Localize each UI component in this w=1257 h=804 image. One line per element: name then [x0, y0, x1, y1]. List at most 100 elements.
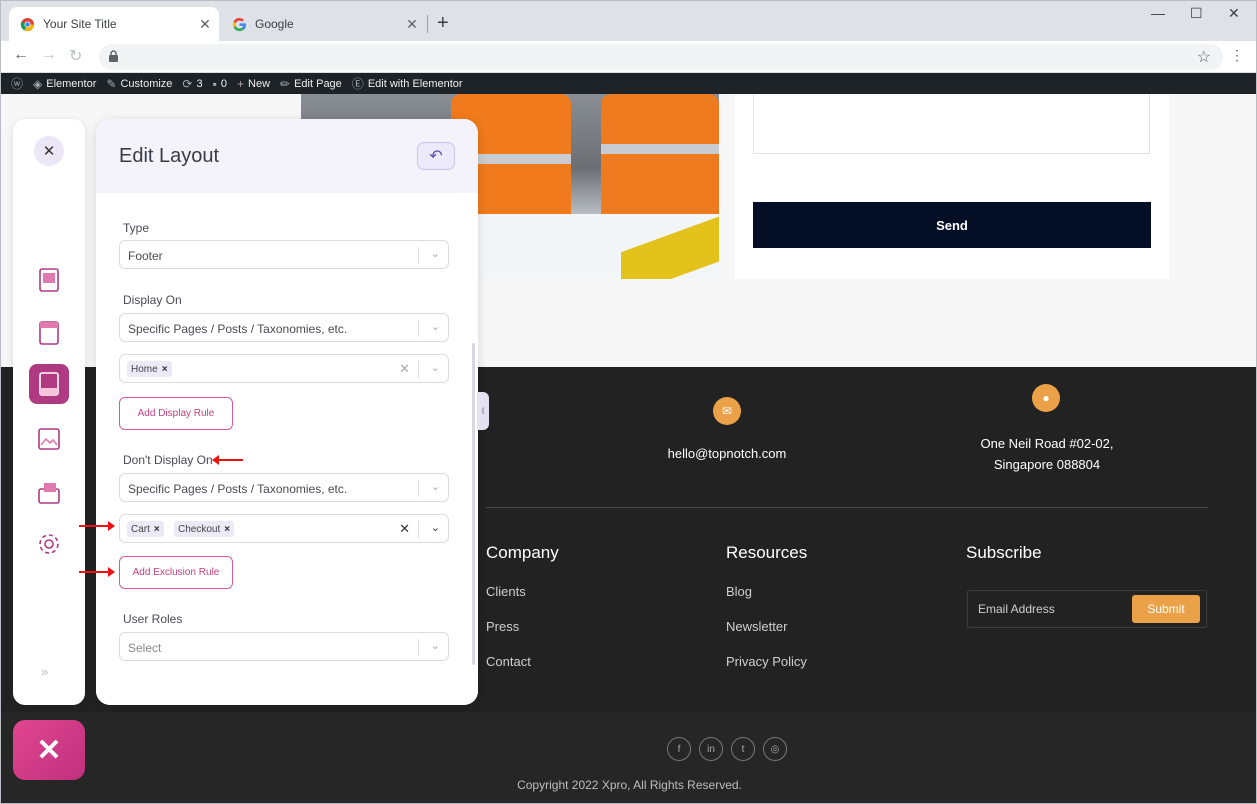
forward-icon[interactable]: →: [41, 46, 57, 64]
close-tab-icon[interactable]: ✕: [197, 16, 213, 33]
reload-icon[interactable]: ↻: [69, 46, 82, 66]
footer-bottom-bar: f in t ◎ Copyright 2022 Xpro, All Rights…: [1, 712, 1256, 803]
chrome-icon: [19, 16, 35, 32]
dont-display-on-label: Don't Display On: [123, 453, 213, 467]
maximize-button[interactable]: ☐: [1190, 5, 1203, 22]
pencil-icon: ✏: [280, 76, 291, 91]
tab-title: Google: [255, 17, 294, 31]
close-window-button[interactable]: ✕: [1228, 5, 1240, 22]
dont-display-on-targets-select[interactable]: Cart × Checkout × ✕ ⌄: [119, 514, 449, 543]
panel-resize-handle[interactable]: ‖: [477, 392, 489, 430]
select-divider: [418, 639, 419, 656]
xpro-logo-icon[interactable]: ✕: [13, 720, 85, 780]
wp-item-label: 0: [220, 77, 227, 90]
remove-chip-icon[interactable]: ×: [162, 364, 168, 375]
settings-gear-icon[interactable]: [29, 524, 69, 564]
archive-layout-icon[interactable]: [29, 419, 69, 459]
instagram-icon[interactable]: ◎: [763, 737, 787, 761]
wp-customize-item[interactable]: ✎ Customize: [106, 77, 172, 91]
footer-link-blog[interactable]: Blog: [726, 584, 752, 599]
update-icon: ⟳: [182, 76, 193, 91]
facebook-icon[interactable]: f: [667, 737, 691, 761]
address-bar[interactable]: ☆: [99, 44, 1223, 70]
wp-item-label: Customize: [120, 77, 173, 90]
dont-display-on-select[interactable]: Specific Pages / Posts / Taxonomies, etc…: [119, 473, 449, 502]
wp-logo-item[interactable]: ⓦ: [11, 75, 23, 92]
display-on-targets-select[interactable]: Home × ✕ ⌄: [119, 354, 449, 383]
footer-heading-resources: Resources: [726, 543, 808, 562]
user-roles-label: User Roles: [123, 612, 183, 626]
footer-divider: [486, 507, 1208, 508]
chevron-down-icon[interactable]: ⌄: [431, 361, 440, 374]
tab-google[interactable]: Google ✕: [221, 7, 426, 41]
close-tab-icon[interactable]: ✕: [404, 16, 420, 33]
wp-item-label: Elementor: [46, 77, 97, 90]
footer-email[interactable]: hello@topnotch.com: [641, 443, 813, 464]
footer-link-press[interactable]: Press: [486, 619, 519, 634]
edit-layout-panel: Edit Layout ↶ Type Footer ⌄ Display On S…: [96, 119, 478, 705]
chevron-down-icon[interactable]: ⌄: [431, 320, 440, 333]
chip-label: Checkout: [178, 523, 221, 535]
panel-header: Edit Layout ↶: [96, 119, 478, 193]
new-tab-button[interactable]: +: [437, 13, 449, 33]
add-exclusion-rule-button[interactable]: Add Exclusion Rule: [119, 556, 233, 589]
display-on-label: Display On: [123, 293, 182, 307]
wp-edit-page-item[interactable]: ✏ Edit Page: [280, 77, 342, 91]
wp-item-label: 3: [196, 77, 203, 90]
minimize-button[interactable]: —: [1151, 5, 1165, 21]
clear-icon[interactable]: ✕: [399, 521, 410, 537]
location-pin-icon: ●: [1032, 384, 1060, 412]
wp-edit-elementor-item[interactable]: Ⓔ Edit with Elementor: [352, 75, 463, 92]
wp-elementor-item[interactable]: ◈ Elementor: [33, 77, 96, 91]
copyright-text: Copyright 2022 Xpro, All Rights Reserved…: [517, 778, 742, 792]
wp-comments-item[interactable]: ▪ 0: [213, 77, 227, 91]
type-label: Type: [123, 221, 150, 235]
panel-scrollbar[interactable]: [472, 343, 475, 665]
wp-new-item[interactable]: + New: [237, 77, 270, 91]
plus-icon: +: [237, 76, 245, 91]
header-layout-icon[interactable]: [29, 260, 69, 300]
photo-stripe: [601, 144, 719, 154]
linkedin-icon[interactable]: in: [699, 737, 723, 761]
footer-link-privacy-policy[interactable]: Privacy Policy: [726, 654, 807, 669]
chevron-down-icon[interactable]: ⌄: [431, 480, 440, 493]
chevron-down-icon[interactable]: ⌄: [431, 521, 440, 534]
footer-link-contact[interactable]: Contact: [486, 654, 531, 669]
lock-icon: [109, 50, 118, 62]
remove-chip-icon[interactable]: ×: [154, 524, 160, 535]
back-icon[interactable]: ←: [13, 46, 29, 64]
select-value: Specific Pages / Posts / Taxonomies, etc…: [128, 482, 348, 496]
bookmark-star-icon[interactable]: ☆: [1197, 47, 1211, 67]
twitter-icon[interactable]: t: [731, 737, 755, 761]
remove-chip-icon[interactable]: ×: [224, 524, 230, 535]
wp-updates-item[interactable]: ⟳ 3: [182, 77, 202, 91]
send-button[interactable]: Send: [753, 202, 1151, 248]
add-display-rule-button[interactable]: Add Display Rule: [119, 397, 233, 430]
footer-address-line2: Singapore 088804: [993, 457, 1101, 472]
select-divider: [418, 480, 419, 497]
message-textarea[interactable]: [753, 94, 1150, 154]
chevron-down-icon[interactable]: ⌄: [431, 247, 440, 260]
wp-item-label: Edit with Elementor: [367, 77, 463, 90]
close-icon[interactable]: ✕: [34, 136, 64, 166]
footer-link-clients[interactable]: Clients: [486, 584, 526, 599]
red-arrow-indicator: [79, 567, 115, 577]
submit-button[interactable]: Submit: [1132, 595, 1200, 623]
footer-link-newsletter[interactable]: Newsletter: [726, 619, 787, 634]
popup-layout-icon[interactable]: [29, 473, 69, 513]
page-layout-icon[interactable]: [29, 313, 69, 353]
user-roles-select[interactable]: Select ⌄: [119, 632, 449, 661]
email-address-input[interactable]: Email Address: [978, 602, 1055, 616]
display-on-select[interactable]: Specific Pages / Posts / Taxonomies, etc…: [119, 313, 449, 342]
xpro-sidebar: ✕ »: [13, 119, 85, 705]
back-arrow-icon[interactable]: ↶: [417, 142, 455, 170]
browser-menu-icon[interactable]: ⋮: [1230, 47, 1244, 64]
tab-your-site-title[interactable]: Your Site Title ✕: [9, 7, 219, 41]
select-value: Footer: [128, 249, 163, 263]
chevron-down-icon[interactable]: ⌄: [431, 639, 440, 652]
type-select[interactable]: Footer ⌄: [119, 240, 449, 269]
footer-layout-icon[interactable]: [29, 364, 69, 404]
expand-chevrons-icon[interactable]: »: [41, 664, 48, 679]
clear-icon[interactable]: ✕: [399, 361, 410, 377]
wp-item-label: New: [248, 77, 271, 90]
